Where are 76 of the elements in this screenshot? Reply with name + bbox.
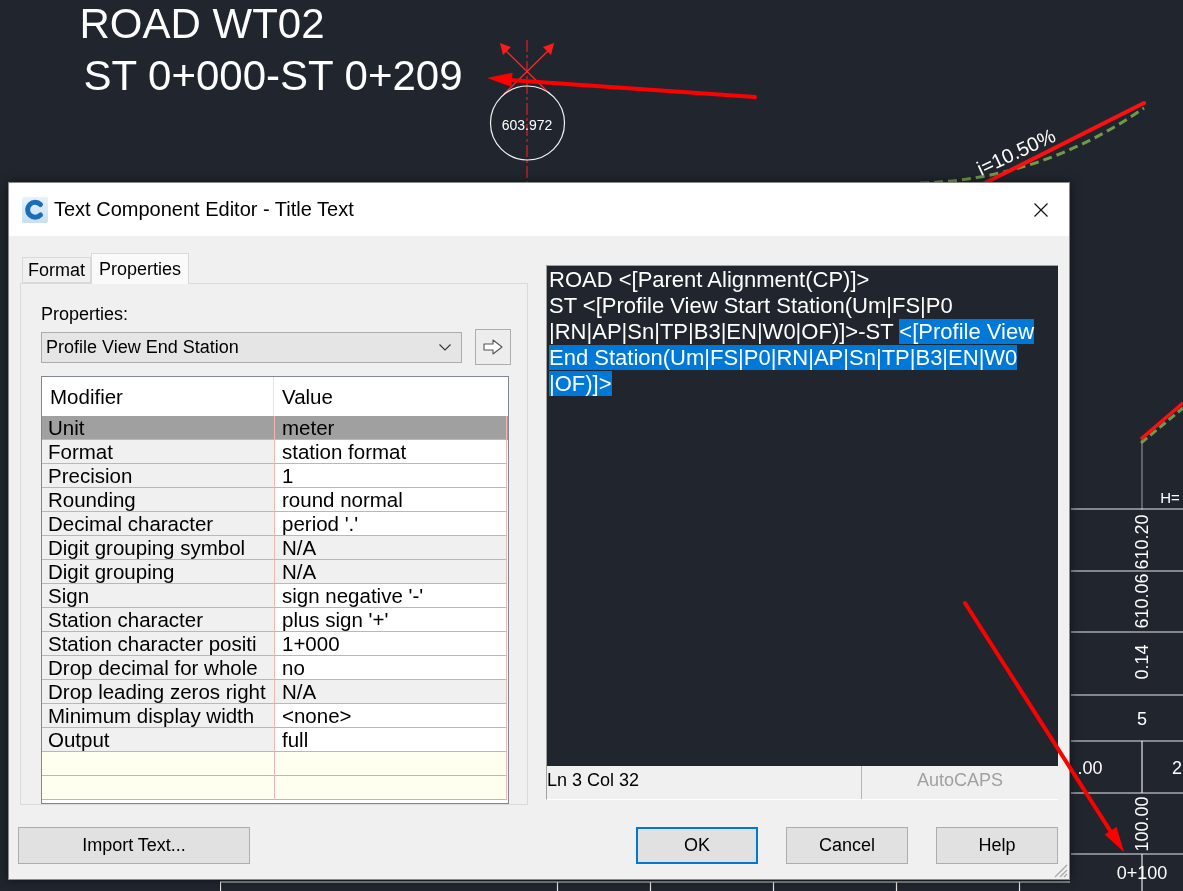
band-value: 610.06 (1133, 573, 1151, 629)
band-title: H= (1160, 489, 1180, 505)
table-row[interactable]: Drop decimal for whole no (42, 656, 508, 680)
table-cell: Drop leading zeros right (42, 680, 274, 704)
editor-text: End Station(Um|FS|P0|RN|AP|Sn|TP|B3|EN|W0 (549, 345, 1018, 370)
text-editor[interactable]: ROAD <[Parent Alignment(CP)]> ST <[Profile View Start Station(Um|FS|P0 |RN|AP|Sn|TP|B3|EN|W0|OF)]>-ST <[Profile View End Station(Um|FS|P0|RN|AP|Sn|TP|B3|EN|W0 |OF)]> (546, 265, 1058, 766)
tab[interactable]: Properties (91, 253, 190, 284)
cursor-position: Ln 3 Col 32 (547, 769, 640, 791)
band-value: 0+100 (1116, 864, 1168, 882)
band-value: 100.00 (1133, 796, 1151, 852)
drawing-subtitle: ST 0+000-ST 0+209 (83, 55, 463, 97)
resize-grip-icon (1052, 862, 1068, 878)
table-cell: Station character positi (42, 632, 274, 656)
table-cell: no (274, 656, 507, 680)
table-cell: Digit grouping (42, 560, 274, 584)
table-row[interactable]: Station character plus sign '+' (42, 608, 508, 632)
table-row[interactable]: Drop leading zeros right N/A (42, 680, 508, 704)
table-cell: Precision (42, 464, 274, 488)
table-row[interactable]: Station character positi 1+000 (42, 632, 508, 656)
table-cell: Sign (42, 584, 274, 608)
table-cell: N/A (274, 680, 507, 704)
table-cell: sign negative '-' (274, 584, 507, 608)
dialog-button[interactable]: OK (636, 827, 758, 864)
band-value: 2 (1172, 759, 1182, 777)
dialog-button[interactable]: Help (936, 827, 1058, 864)
table-row[interactable]: Sign sign negative '-' (42, 584, 508, 608)
table-cell: N/A (274, 560, 507, 584)
tab[interactable]: Format (22, 257, 91, 283)
table-row[interactable]: Precision 1 (42, 464, 508, 488)
table-cell: Decimal character (42, 512, 274, 536)
import-button[interactable]: Import Text... (18, 827, 250, 864)
table-cell: <none> (274, 704, 507, 728)
table-cell: Station character (42, 608, 274, 632)
insert-button[interactable] (475, 329, 511, 365)
table-cell: 1+000 (274, 632, 507, 656)
editor-text: <[Profile View (899, 319, 1035, 344)
table-row[interactable]: Rounding round normal (42, 488, 508, 512)
table-row[interactable]: Format station format (42, 440, 508, 464)
table-cell: Format (42, 440, 274, 464)
table-row[interactable]: Output full (42, 728, 508, 752)
table-cell: Drop decimal for whole (42, 656, 274, 680)
table-cell: N/A (274, 536, 507, 560)
table-cell: full (274, 728, 507, 752)
band-value: 0.14 (1133, 644, 1151, 680)
editor-text: |OF)]> (549, 371, 612, 396)
table-cell: round normal (274, 488, 507, 512)
table-cell: plus sign '+' (274, 608, 507, 632)
close-icon (1034, 202, 1048, 217)
table-row[interactable]: Unit meter (42, 416, 508, 440)
table-row[interactable]: Minimum display width <none> (42, 704, 508, 728)
table-cell: period '.' (274, 512, 507, 536)
editor-text: ST <[Profile View Start Station(Um|FS|P0 (549, 293, 953, 318)
band-value: 610.20 (1133, 514, 1151, 570)
table-cell: 1 (274, 464, 507, 488)
table-cell: Minimum display width (42, 704, 274, 728)
editor-text: ROAD <[Parent Alignment(CP)]> (549, 267, 870, 292)
table-cell: station format (274, 440, 507, 464)
table-cell: Digit grouping symbol (42, 536, 274, 560)
table-cell: Output (42, 728, 274, 752)
table-row[interactable]: Digit grouping N/A (42, 560, 508, 584)
table-row[interactable]: Decimal character period '.' (42, 512, 508, 536)
band-value: .00 (1077, 759, 1103, 777)
autocaps-indicator: AutoCAPS (916, 769, 1003, 791)
elevation-label: 603.972 (501, 118, 553, 132)
chevron-down-icon (439, 343, 451, 351)
window-title: Text Component Editor - Title Text (54, 198, 354, 221)
dialog-button[interactable]: Cancel (786, 827, 908, 864)
property-dropdown[interactable]: Profile View End Station (41, 331, 462, 363)
band-value: 5 (1137, 710, 1147, 728)
field-label: Properties: (41, 303, 130, 325)
table-row[interactable]: Digit grouping symbol N/A (42, 536, 508, 560)
drawing-title: ROAD WT02 (79, 3, 325, 45)
arrow-right-icon (483, 339, 503, 355)
app-icon (22, 196, 48, 223)
table-cell: Rounding (42, 488, 274, 512)
editor-text: |RN|AP|Sn|TP|B3|EN|W0|OF)]>-ST (549, 319, 895, 344)
